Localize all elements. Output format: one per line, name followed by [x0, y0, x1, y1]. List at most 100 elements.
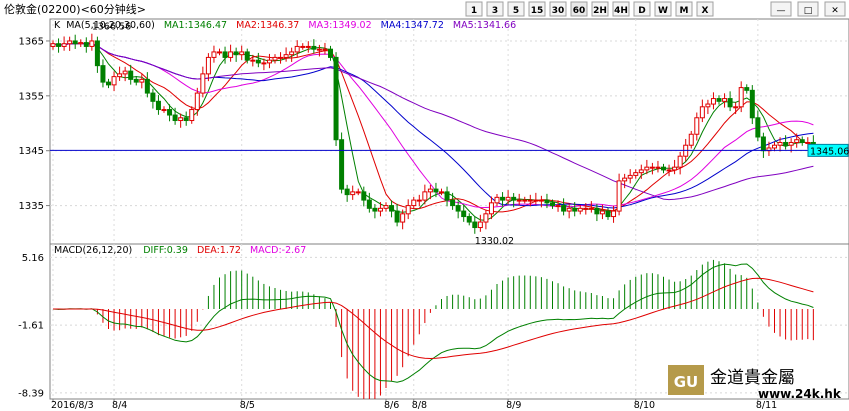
candle-body — [217, 51, 222, 54]
candle-body — [78, 42, 84, 45]
candle-body — [616, 180, 622, 212]
candle — [67, 36, 73, 51]
timeframe-button-3[interactable]: 3 — [486, 1, 504, 17]
candle-body — [183, 117, 189, 122]
candle-body — [533, 199, 539, 202]
candle-body — [638, 169, 644, 174]
candle-body — [322, 48, 328, 51]
ma5-label: MA5:1341.66 — [453, 20, 516, 31]
candle — [78, 39, 84, 47]
candle-body — [377, 207, 383, 212]
timeframe-button-15[interactable]: 15 — [528, 1, 546, 17]
candle — [561, 198, 567, 216]
candle-body — [433, 188, 439, 193]
candle — [283, 47, 289, 62]
ma1-line — [52, 42, 814, 221]
candle — [661, 163, 666, 174]
minimize-button[interactable]: — — [770, 1, 792, 17]
candle — [477, 214, 483, 232]
candle-body — [300, 45, 306, 48]
candle-body — [89, 40, 95, 47]
chart-title: 伦敦金(02200)<60分钟线> — [4, 2, 146, 16]
candle — [705, 99, 711, 115]
candle — [155, 95, 161, 115]
candle-body — [405, 205, 411, 215]
candle — [61, 36, 67, 51]
candle-body — [67, 40, 73, 45]
candle — [655, 160, 661, 173]
watermark: GU 金道貴金屬www.24k.hk — [668, 365, 842, 401]
candle-body — [527, 199, 533, 202]
timeframe-button-D[interactable]: D — [633, 1, 651, 17]
candle — [666, 164, 672, 177]
candle — [772, 141, 777, 152]
candle-body — [605, 210, 611, 218]
candle — [144, 72, 150, 98]
candle — [133, 76, 139, 86]
candle — [94, 36, 100, 73]
candle — [466, 213, 472, 226]
candle — [533, 192, 539, 205]
candle — [255, 52, 261, 68]
candle-body — [278, 56, 284, 59]
ma5-line — [52, 42, 814, 201]
macd-tick-label: -1.61 — [18, 321, 44, 332]
candle-body — [472, 221, 478, 229]
timeframe-button-1[interactable]: 1 — [465, 1, 483, 17]
candle-body — [339, 139, 345, 190]
candle — [233, 47, 239, 62]
watermark-url: www.24k.hk — [758, 387, 842, 401]
ma2-label: MA2:1346.37 — [236, 20, 299, 31]
candle-body — [494, 196, 500, 204]
candle-body — [294, 45, 300, 53]
macd-params-label: MACD(26,12,20) — [54, 245, 132, 256]
close-button[interactable]: ✕ — [824, 1, 846, 17]
timeframe-button-X[interactable]: X — [696, 1, 714, 17]
window-controls: — □ ✕ — [770, 1, 846, 17]
timeframe-button-5[interactable]: 5 — [507, 1, 525, 17]
candle-body — [94, 40, 100, 67]
candle-body — [155, 100, 161, 111]
candle-body — [411, 199, 417, 207]
candle-body — [716, 98, 722, 102]
timeframe-button-60[interactable]: 60 — [570, 1, 588, 17]
candle-body — [361, 191, 367, 201]
candle-body — [128, 70, 134, 80]
timeframe-button-4H[interactable]: 4H — [612, 1, 630, 17]
candle — [672, 159, 678, 175]
timeframe-label: X — [702, 6, 709, 16]
candle-body — [56, 43, 62, 47]
candle — [727, 91, 733, 112]
candle — [339, 132, 345, 194]
date-label: 8/8 — [412, 400, 427, 411]
candle-body — [211, 51, 217, 58]
candle-body — [400, 213, 406, 223]
candle — [411, 196, 417, 209]
candle-body — [394, 210, 400, 223]
timeframe-button-30[interactable]: 30 — [549, 1, 567, 17]
candle-body — [233, 51, 239, 56]
timeframe-button-2H[interactable]: 2H — [591, 1, 609, 17]
candle-body — [72, 40, 78, 45]
candle-body — [244, 51, 250, 61]
maximize-button[interactable]: □ — [797, 1, 819, 17]
candle-body — [139, 78, 145, 83]
candle — [50, 40, 56, 50]
timeframe-label: 15 — [531, 6, 544, 16]
timeframe-button-M[interactable]: M — [675, 1, 693, 17]
candle-body — [161, 109, 167, 112]
candle-body — [705, 103, 711, 108]
candle — [416, 194, 422, 207]
candle-body — [738, 87, 744, 108]
candle-body — [744, 87, 750, 91]
candle-body — [111, 76, 117, 86]
date-label: 8/6 — [384, 400, 399, 411]
gu-logo-text: GU — [674, 373, 699, 391]
macd-legend: MACD(26,12,20) DIFF:0.39 DEA:1.72 MACD:-… — [54, 245, 306, 256]
candle-body — [355, 191, 361, 194]
candle — [106, 78, 111, 89]
date-label: 8/9 — [506, 400, 521, 411]
ma1-label: MA1:1346.47 — [164, 20, 227, 31]
candle — [749, 85, 755, 125]
timeframe-button-W[interactable]: W — [654, 1, 672, 17]
